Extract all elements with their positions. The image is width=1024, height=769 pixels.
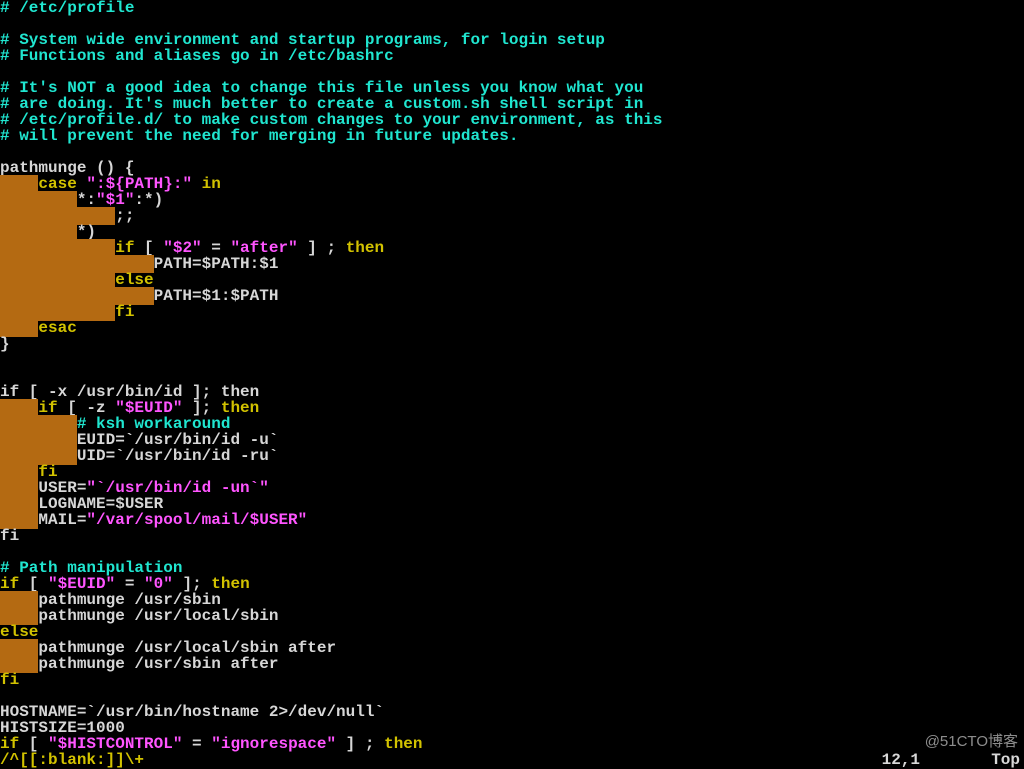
keyword-in: in (192, 175, 221, 193)
comment-line: # /etc/profile (0, 0, 134, 17)
cursor-position: 12,1 (882, 751, 920, 769)
comment-line: # Functions and aliases go in /etc/bashr… (0, 47, 394, 65)
code-text: pathmunge /usr/sbin after (38, 655, 278, 673)
keyword-esac: esac (38, 319, 76, 337)
comment-line: # will prevent the need for merging in f… (0, 127, 518, 145)
string: "ignorespace" (211, 735, 336, 753)
keyword-fi: fi (115, 303, 134, 321)
code-text: UID=`/usr/bin/id -ru` (77, 447, 279, 465)
keyword-fi: fi (0, 671, 19, 689)
editor-viewport[interactable]: # /etc/profile # System wide environment… (0, 0, 1024, 768)
code-text: = (182, 735, 211, 753)
keyword-then: then (384, 735, 422, 753)
scroll-location: Top (920, 752, 1020, 768)
code-line: fi (0, 527, 19, 545)
code-text: PATH=$1:$PATH (154, 287, 279, 305)
vim-search-pattern[interactable]: /^[[:blank:]]\+ (0, 751, 144, 769)
code-text: PATH=$PATH:$1 (154, 255, 279, 273)
string: "/var/spool/mail/$USER" (86, 511, 307, 529)
code-text: MAIL= (38, 511, 86, 529)
vim-status-line: 12,1Top (882, 752, 1020, 768)
watermark: @51CTO博客 (925, 734, 1018, 750)
code-text: ] ; (298, 239, 346, 257)
keyword-then: then (346, 239, 384, 257)
code-text: ;; (115, 207, 134, 225)
code-line: } (0, 335, 10, 353)
code-text: pathmunge /usr/local/sbin (38, 607, 278, 625)
code-text: ] ; (336, 735, 384, 753)
code-text: :*) (134, 191, 163, 209)
